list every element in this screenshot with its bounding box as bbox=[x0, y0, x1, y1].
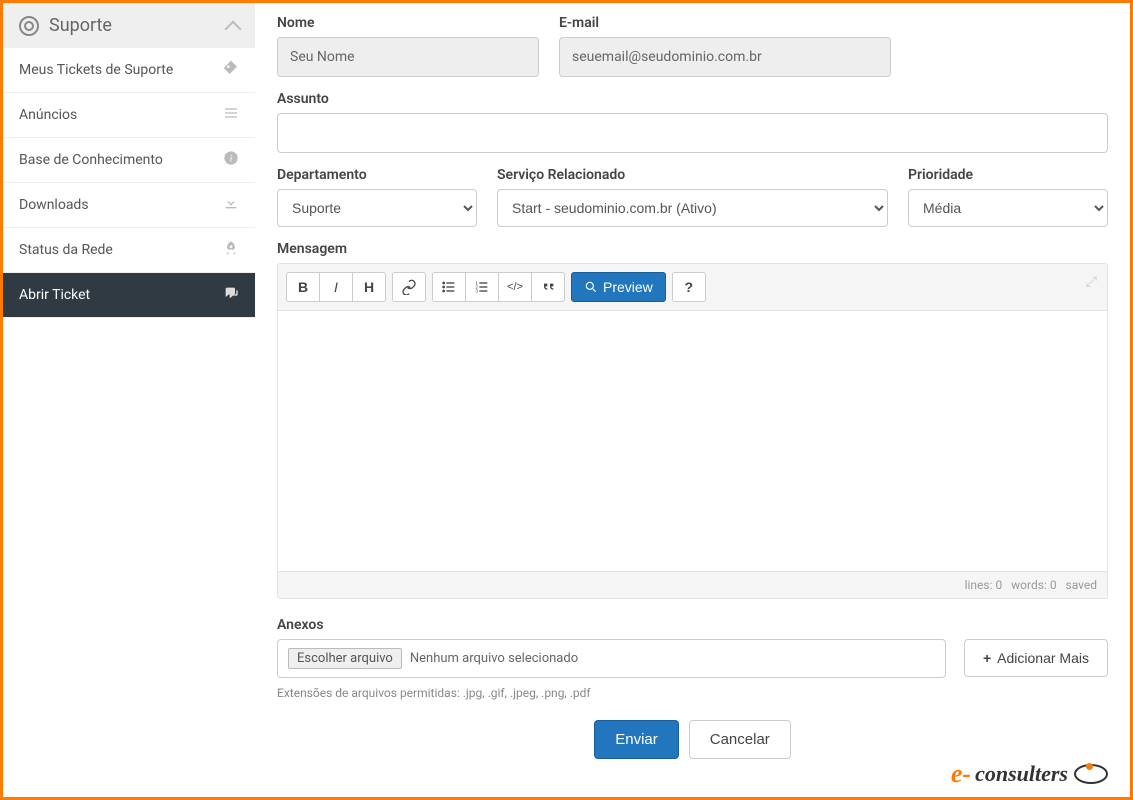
message-textarea[interactable] bbox=[278, 311, 1107, 571]
cancel-button[interactable]: Cancelar bbox=[689, 720, 791, 759]
sidebar-menu: Meus Tickets de Suporte Anúncios Base de… bbox=[3, 48, 255, 318]
download-icon bbox=[223, 195, 239, 215]
sidebar-item-announcements[interactable]: Anúncios bbox=[3, 93, 255, 137]
logo-oval-icon bbox=[1074, 764, 1108, 784]
svg-text:3: 3 bbox=[475, 288, 478, 293]
priority-label: Prioridade bbox=[908, 167, 1108, 183]
editor-toolbar: B I H 123 </> Preview ? bbox=[278, 264, 1107, 311]
file-none-text: Nenhum arquivo selecionado bbox=[410, 651, 578, 666]
submit-button[interactable]: Enviar bbox=[594, 720, 679, 759]
subject-label: Assunto bbox=[277, 91, 1108, 107]
rocket-icon bbox=[223, 240, 239, 260]
info-icon: i bbox=[223, 150, 239, 170]
chevron-up-icon bbox=[225, 20, 242, 37]
email-field: seuemail@seudominio.com.br bbox=[559, 37, 891, 77]
sidebar: Suporte Meus Tickets de Suporte Anúncios… bbox=[3, 3, 255, 797]
message-editor: B I H 123 </> Preview ? bbox=[277, 263, 1108, 599]
bold-button[interactable]: B bbox=[286, 272, 320, 302]
preview-button[interactable]: Preview bbox=[571, 272, 666, 302]
add-more-button[interactable]: + Adicionar Mais bbox=[964, 639, 1108, 677]
quote-button[interactable] bbox=[531, 272, 565, 302]
help-button[interactable]: ? bbox=[672, 272, 706, 302]
heading-button[interactable]: H bbox=[352, 272, 386, 302]
sidebar-header[interactable]: Suporte bbox=[3, 3, 255, 48]
lifering-icon bbox=[19, 16, 39, 36]
editor-status: lines: 0 words: 0 saved bbox=[278, 571, 1107, 598]
plus-icon: + bbox=[983, 650, 991, 666]
sidebar-title: Suporte bbox=[49, 15, 112, 36]
sidebar-item-label: Status da Rede bbox=[19, 242, 113, 258]
sidebar-item-label: Base de Conhecimento bbox=[19, 152, 163, 168]
tickets-icon bbox=[223, 60, 239, 80]
message-label: Mensagem bbox=[277, 241, 1108, 257]
chat-icon bbox=[223, 285, 239, 305]
logo-e: e- bbox=[951, 759, 971, 789]
name-label: Nome bbox=[277, 15, 539, 31]
main-content: Nome Seu Nome E-mail seuemail@seudominio… bbox=[255, 3, 1130, 797]
priority-select[interactable]: Média bbox=[908, 189, 1108, 227]
sidebar-item-downloads[interactable]: Downloads bbox=[3, 183, 255, 227]
italic-button[interactable]: I bbox=[319, 272, 353, 302]
service-label: Serviço Relacionado bbox=[497, 167, 888, 183]
sidebar-item-label: Anúncios bbox=[19, 107, 77, 123]
service-select[interactable]: Start - seudominio.com.br (Ativo) bbox=[497, 189, 888, 227]
department-select[interactable]: Suporte bbox=[277, 189, 477, 227]
name-field: Seu Nome bbox=[277, 37, 539, 77]
sidebar-item-tickets[interactable]: Meus Tickets de Suporte bbox=[3, 48, 255, 92]
list-icon bbox=[223, 105, 239, 125]
choose-file-button[interactable]: Escolher arquivo bbox=[288, 648, 402, 669]
ol-button[interactable]: 123 bbox=[465, 272, 499, 302]
svg-text:i: i bbox=[230, 154, 233, 164]
sidebar-item-label: Meus Tickets de Suporte bbox=[19, 62, 173, 78]
sidebar-item-label: Downloads bbox=[19, 197, 89, 213]
attachments-label: Anexos bbox=[277, 617, 1108, 633]
ul-button[interactable] bbox=[432, 272, 466, 302]
resize-icon[interactable]: ⤢ bbox=[1086, 274, 1097, 290]
attachments-hint: Extensões de arquivos permitidas: .jpg, … bbox=[277, 686, 1108, 700]
file-input-box[interactable]: Escolher arquivo Nenhum arquivo selecion… bbox=[277, 639, 946, 678]
subject-input[interactable] bbox=[277, 113, 1108, 153]
sidebar-item-knowledgebase[interactable]: Base de Conhecimento i bbox=[3, 138, 255, 182]
department-label: Departamento bbox=[277, 167, 477, 183]
brand-logo: e-consulters bbox=[951, 759, 1108, 789]
email-label: E-mail bbox=[559, 15, 891, 31]
code-button[interactable]: </> bbox=[498, 272, 532, 302]
link-button[interactable] bbox=[392, 272, 426, 302]
sidebar-item-label: Abrir Ticket bbox=[19, 287, 90, 303]
sidebar-item-network[interactable]: Status da Rede bbox=[3, 228, 255, 272]
sidebar-item-open-ticket[interactable]: Abrir Ticket bbox=[3, 273, 255, 317]
